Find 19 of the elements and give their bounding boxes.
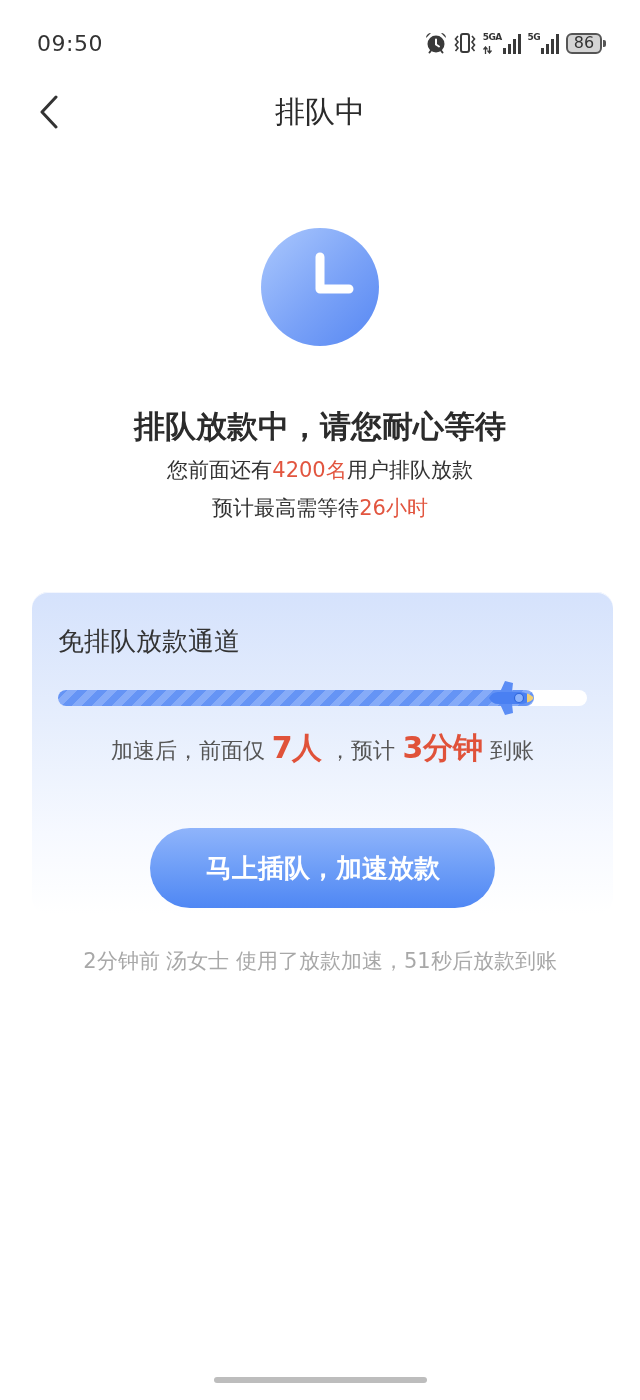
network-type-label: 5GA xyxy=(482,32,502,42)
signal-bars-icon xyxy=(502,34,521,54)
back-button[interactable] xyxy=(38,95,60,129)
vibrate-icon xyxy=(453,32,476,54)
alarm-icon xyxy=(424,32,447,54)
status-time: 09:50 xyxy=(37,30,103,56)
headline: 排队放款中，请您耐心等待 xyxy=(134,407,506,446)
queue-info-text: 预计最高需等待26小时 xyxy=(212,495,428,522)
card-title: 免排队放款通道 xyxy=(58,625,240,657)
network-type-label: 5G xyxy=(527,32,540,42)
speed-up-summary: 加速后，前面仅 7人 ，预计 3分钟 到账 xyxy=(110,729,535,767)
page-title: 排队中 xyxy=(275,93,365,131)
battery-indicator: 86 xyxy=(566,32,606,54)
boost-button[interactable]: 马上插队，加速放款 xyxy=(150,828,495,908)
rocket-icon xyxy=(486,680,535,716)
signal-bars-icon xyxy=(541,34,559,54)
chevron-left-icon xyxy=(38,95,60,129)
queue-info-text: 您前面还有4200名用户排队放款 xyxy=(167,457,473,484)
activity-note: 2分钟前 汤女士 使用了放款加速，51秒后放款到账 xyxy=(83,948,557,975)
